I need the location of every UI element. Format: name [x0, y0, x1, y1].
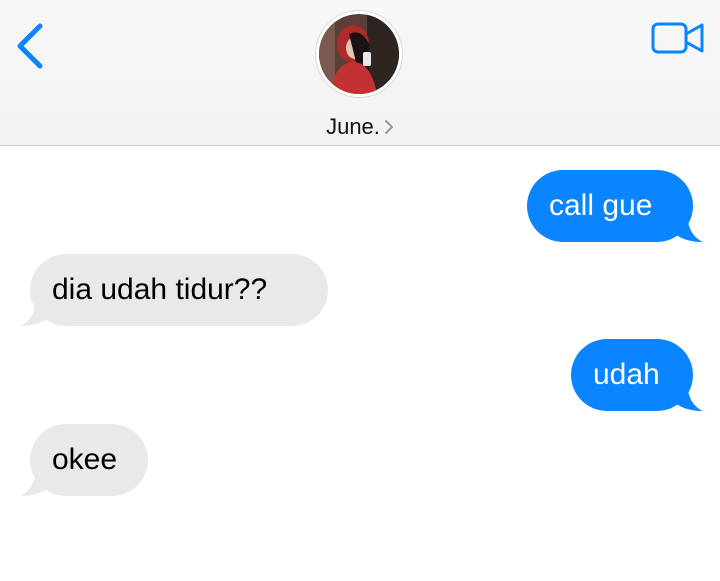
bubble-tail — [20, 470, 50, 496]
contact-name: June. — [326, 114, 380, 139]
video-camera-icon — [651, 22, 704, 54]
message-text: okee — [52, 443, 118, 476]
contact-info-button[interactable]: June. — [300, 8, 420, 140]
bubble-tail — [673, 216, 703, 242]
message-bubble-received[interactable]: okee — [20, 424, 148, 496]
bubble-tail — [673, 385, 703, 411]
avatar — [316, 11, 402, 97]
message-text: call gue — [549, 189, 653, 222]
facetime-video-button[interactable] — [650, 18, 706, 58]
contact-name-row: June. — [300, 114, 420, 140]
message-text: dia udah tidur?? — [52, 273, 268, 306]
chevron-left-icon — [17, 23, 43, 69]
chevron-right-icon — [385, 119, 393, 134]
back-button[interactable] — [12, 20, 52, 72]
message-text: udah — [593, 358, 660, 391]
message-bubble-sent[interactable]: call gue — [527, 170, 703, 242]
bubble-tail — [20, 300, 50, 326]
conversation-header: June. — [0, 0, 720, 146]
message-bubble-received[interactable]: dia udah tidur?? — [20, 254, 328, 326]
message-bubble-sent[interactable]: udah — [571, 339, 703, 411]
